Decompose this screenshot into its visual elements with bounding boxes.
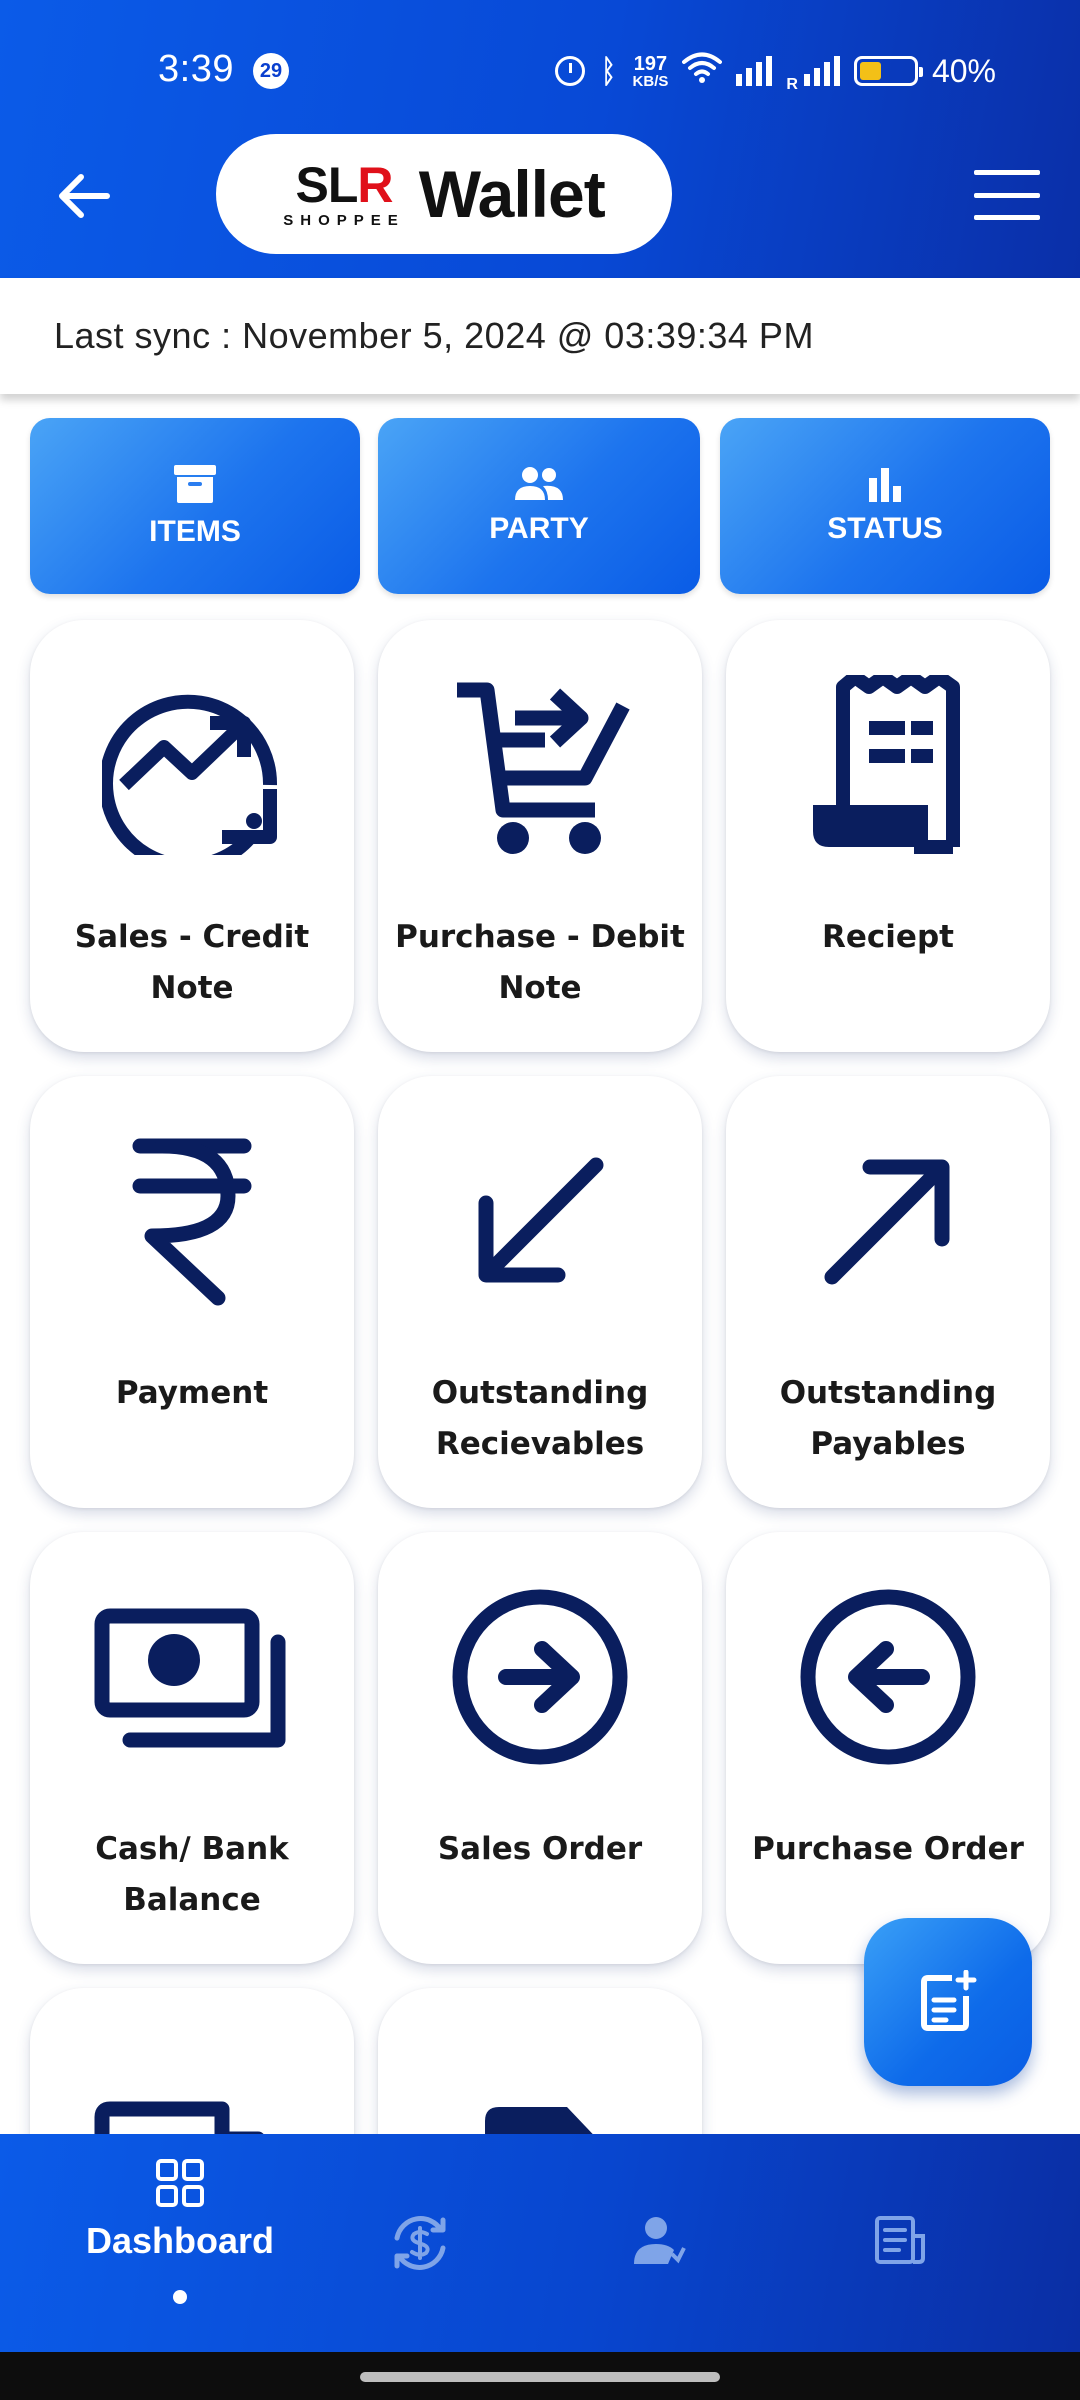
notification-count-badge: 29 (253, 53, 289, 89)
note-add-icon (921, 1970, 977, 2031)
last-sync-bar: Last sync : November 5, 2024 @ 03:39:34 … (0, 278, 1080, 394)
logo-letter-s: S (295, 156, 329, 213)
tile-sales-credit-note[interactable]: Sales - Credit Note (30, 620, 354, 1052)
last-sync-text: Last sync : November 5, 2024 @ 03:39:34 … (54, 315, 814, 356)
tile-payment[interactable]: Payment (30, 1076, 354, 1508)
network-speed-value: 197 (633, 52, 668, 75)
tile-purchase-debit-note[interactable]: Purchase - Debit Note (378, 620, 702, 1052)
logo-subtitle: SHOPPEE (283, 211, 405, 229)
person-icon (634, 2217, 686, 2264)
menu-icon-line (974, 215, 1040, 220)
status-bar: 3:39 29 ᛒ 197 KB/S R 40% (0, 0, 1080, 140)
tab-party-label: PARTY (489, 512, 589, 545)
tab-status-label: STATUS (827, 512, 943, 545)
rupee-icon (30, 1126, 354, 1316)
slr-logo-mark: S L R SHOPPEE (283, 160, 405, 229)
wifi-icon (682, 51, 723, 91)
signal-icon-2 (803, 56, 840, 86)
status-time: 3:39 (158, 48, 234, 90)
tile-receipt[interactable]: Reciept (726, 620, 1050, 1052)
menu-icon-line (974, 192, 1040, 198)
signal-icon-1 (736, 56, 773, 86)
arrow-left-icon (59, 174, 110, 218)
arrow-up-right-icon (726, 1126, 1050, 1316)
tab-status[interactable]: STATUS (720, 418, 1050, 594)
tab-items[interactable]: ITEMS (30, 418, 360, 594)
tile-label: Outstanding Payables (779, 1375, 997, 1462)
tile-sales-order[interactable]: Sales Order (378, 1532, 702, 1964)
menu-button[interactable] (974, 170, 1040, 220)
status-icons: ᛒ 197 KB/S R 40% (555, 48, 996, 94)
people-icon (515, 467, 563, 500)
active-indicator-dot (173, 2290, 187, 2304)
logo-letter-l: L (327, 156, 359, 213)
battery-percent: 40% (931, 52, 996, 89)
alarm-icon (555, 56, 586, 86)
tile-label: Purchase Order (752, 1831, 1024, 1867)
home-gesture-bar[interactable] (360, 2372, 720, 2382)
arrow-right-circle-icon (378, 1582, 702, 1772)
tile-label: Payment (115, 1375, 269, 1411)
nav-transactions[interactable] (360, 2134, 480, 2352)
nav-dashboard[interactable]: Dashboard (60, 2134, 300, 2352)
bar-chart-icon (869, 468, 901, 502)
arrow-left-circle-icon (726, 1582, 1050, 1772)
network-speed-unit: KB/S (632, 72, 669, 90)
cash-icon (30, 1582, 354, 1772)
system-gesture-area (0, 2352, 1080, 2400)
network-speed: 197 KB/S (633, 54, 669, 89)
tile-label: Reciept (822, 919, 954, 955)
menu-icon-line (974, 170, 1040, 175)
cart-arrow-icon (378, 670, 702, 860)
nav-parties[interactable] (598, 2134, 718, 2352)
add-note-fab[interactable] (864, 1918, 1032, 2086)
tile-outstanding-payables[interactable]: Outstanding Payables (726, 1076, 1050, 1508)
tile-purchase-order[interactable]: Purchase Order (726, 1532, 1050, 1964)
logo-letter-r: R (357, 156, 393, 213)
sync-rupee-icon (394, 2216, 446, 2270)
tile-label: Sales - Credit Note (74, 919, 310, 1006)
roaming-indicator: R (786, 76, 798, 93)
logo-wallet-text: Wallet (418, 157, 606, 231)
bottom-navigation: Dashboard (0, 2134, 1080, 2352)
receipt-icon (726, 670, 1050, 860)
nav-dashboard-label: Dashboard (85, 2220, 275, 2261)
tile-cash-bank-balance[interactable]: Cash/ Bank Balance (30, 1532, 354, 1964)
tab-party[interactable]: PARTY (378, 418, 700, 594)
tile-outstanding-receivables[interactable]: Outstanding Recievables (378, 1076, 702, 1508)
tile-label: Sales Order (437, 1831, 643, 1867)
archive-icon (174, 465, 216, 503)
app-bar: S L R SHOPPEE Wallet (0, 120, 1080, 278)
arrow-down-left-icon (378, 1126, 702, 1316)
tab-items-label: ITEMS (149, 515, 241, 548)
top-header: 3:39 29 ᛒ 197 KB/S R 40% S L R SHOPPEE W… (0, 0, 1080, 278)
report-icon (875, 2216, 925, 2264)
tile-label: Outstanding Recievables (431, 1375, 649, 1462)
tile-label: Purchase - Debit Note (395, 919, 685, 1006)
dashboard-icon (156, 2159, 204, 2207)
bluetooth-icon: ᛒ (602, 52, 616, 89)
back-button[interactable] (52, 164, 116, 228)
battery-icon (853, 56, 923, 86)
nav-reports[interactable] (840, 2134, 960, 2352)
tile-label: Cash/ Bank Balance (95, 1831, 289, 1918)
app-logo: S L R SHOPPEE Wallet (216, 134, 672, 254)
trending-up-circle-icon (30, 670, 354, 860)
